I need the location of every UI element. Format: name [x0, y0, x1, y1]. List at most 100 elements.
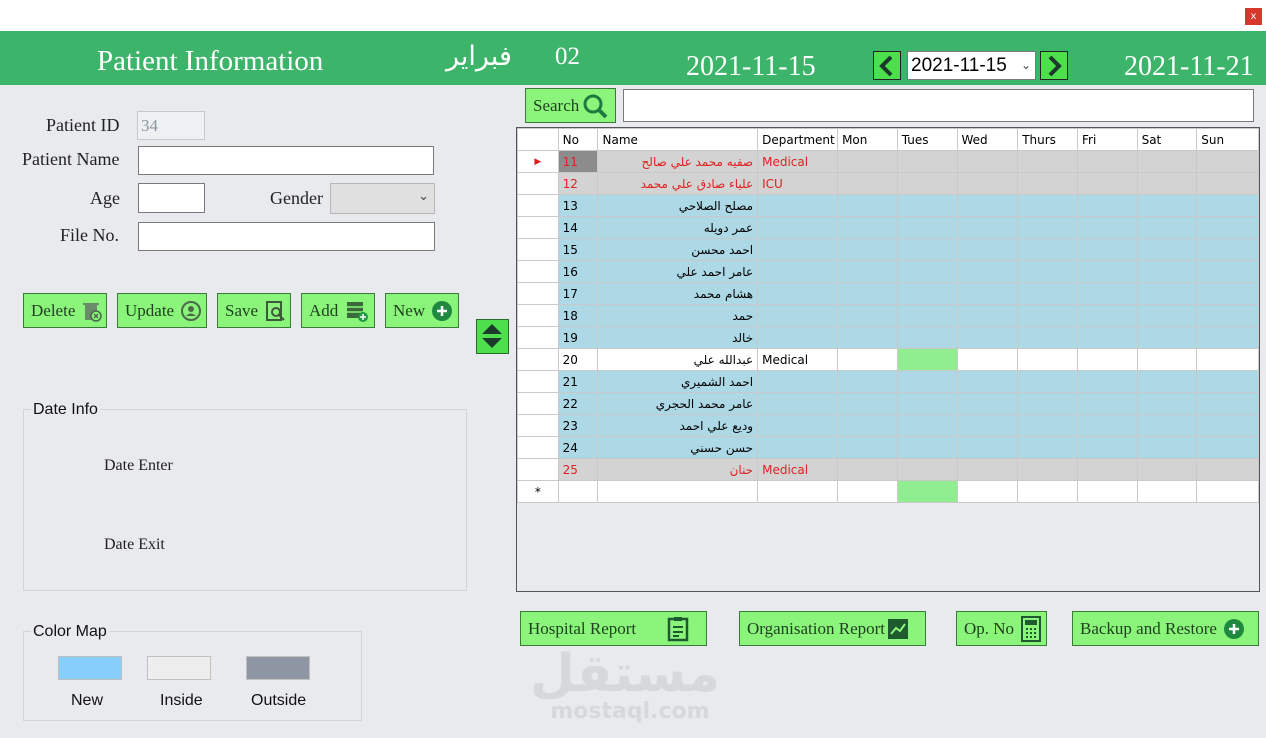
cell-department[interactable] [757, 238, 839, 261]
cell-day[interactable] [1076, 238, 1138, 261]
cell-day[interactable] [1076, 370, 1138, 393]
cell-department[interactable] [757, 194, 839, 217]
new-row-cell[interactable] [1076, 480, 1138, 503]
cell-name[interactable]: حسن حسني [597, 436, 759, 459]
cell-name[interactable]: عمر دويله [597, 216, 759, 239]
cell-day[interactable] [1076, 348, 1138, 371]
cell-day[interactable] [1017, 436, 1078, 459]
cell-day[interactable] [956, 216, 1019, 239]
table-row[interactable]: 24 حسن حسني [517, 436, 1259, 459]
cell-department[interactable] [757, 370, 839, 393]
new-row-cell[interactable] [837, 480, 898, 503]
new-row-cell[interactable] [597, 480, 759, 503]
cell-name[interactable]: علياء صادق علي محمد [597, 172, 759, 195]
cell-day[interactable] [1136, 370, 1198, 393]
row-header[interactable] [517, 458, 559, 481]
new-button[interactable]: New [385, 293, 459, 328]
cell-day[interactable] [956, 150, 1019, 173]
cell-day[interactable] [1017, 216, 1078, 239]
cell-day[interactable] [837, 414, 898, 437]
cell-day[interactable] [956, 436, 1019, 459]
cell-no[interactable]: 18 [557, 304, 599, 327]
cell-name[interactable]: هشام محمد [597, 282, 759, 305]
table-row[interactable]: 12 علياء صادق علي محمد ICU [517, 172, 1259, 195]
column-header[interactable]: Department [757, 128, 839, 151]
table-row[interactable]: 25 حنان Medical [517, 458, 1259, 481]
cell-day[interactable] [896, 216, 958, 239]
cell-day[interactable] [1136, 392, 1198, 415]
cell-day[interactable] [1196, 458, 1259, 481]
window-close-button[interactable]: x [1245, 8, 1262, 25]
cell-day[interactable] [837, 348, 898, 371]
cell-day[interactable] [837, 370, 898, 393]
table-row[interactable]: 20 عبدالله علي Medical [517, 348, 1259, 371]
cell-day[interactable] [896, 436, 958, 459]
cell-department[interactable]: Medical [757, 150, 839, 173]
cell-name[interactable]: حمد [597, 304, 759, 327]
update-button[interactable]: Update [117, 293, 207, 328]
cell-day[interactable] [1196, 172, 1259, 195]
cell-name[interactable]: احمد الشميري [597, 370, 759, 393]
cell-no[interactable]: 16 [557, 260, 599, 283]
table-row[interactable]: 19 خالد [517, 326, 1259, 349]
column-header[interactable]: Mon [837, 128, 898, 151]
cell-day[interactable] [1076, 414, 1138, 437]
cell-day[interactable] [956, 282, 1019, 305]
patient-grid[interactable]: No Name Department Mon Tues Wed Thurs Fr… [516, 127, 1260, 592]
cell-day[interactable] [1136, 458, 1198, 481]
row-header[interactable] [517, 304, 559, 327]
cell-day[interactable] [1017, 150, 1078, 173]
cell-day[interactable] [1017, 260, 1078, 283]
cell-day[interactable] [1076, 458, 1138, 481]
cell-day[interactable] [896, 172, 958, 195]
cell-department[interactable]: ICU [757, 172, 839, 195]
cell-day[interactable] [956, 304, 1019, 327]
delete-button[interactable]: Delete [23, 293, 107, 328]
cell-day[interactable] [1017, 414, 1078, 437]
cell-day[interactable] [1196, 326, 1259, 349]
cell-name[interactable]: عبدالله علي [597, 348, 759, 371]
row-header[interactable] [517, 326, 559, 349]
week-date-picker[interactable]: 2021-11-15 ⌄ [907, 51, 1036, 80]
cell-day[interactable] [1076, 216, 1138, 239]
cell-name[interactable]: مصلح الصلاحي [597, 194, 759, 217]
search-input[interactable] [623, 89, 1254, 122]
cell-no[interactable]: 15 [557, 238, 599, 261]
cell-day[interactable] [896, 348, 958, 371]
row-header[interactable] [517, 172, 559, 195]
cell-day[interactable] [1136, 150, 1198, 173]
cell-day[interactable] [1017, 282, 1078, 305]
previous-week-button[interactable] [873, 51, 901, 80]
cell-no[interactable]: 21 [557, 370, 599, 393]
patient-name-field[interactable] [138, 146, 434, 175]
cell-day[interactable] [1017, 326, 1078, 349]
row-header[interactable] [517, 348, 559, 371]
new-row-cell[interactable] [896, 480, 958, 503]
cell-day[interactable] [1136, 414, 1198, 437]
cell-day[interactable] [837, 216, 898, 239]
cell-day[interactable] [1017, 172, 1078, 195]
cell-day[interactable] [837, 436, 898, 459]
cell-day[interactable] [896, 458, 958, 481]
cell-department[interactable] [757, 414, 839, 437]
cell-day[interactable] [956, 260, 1019, 283]
cell-day[interactable] [896, 194, 958, 217]
column-header[interactable]: Sat [1136, 128, 1198, 151]
cell-day[interactable] [837, 392, 898, 415]
cell-day[interactable] [1136, 436, 1198, 459]
cell-no[interactable]: 19 [557, 326, 599, 349]
table-row[interactable]: 14 عمر دويله [517, 216, 1259, 239]
cell-day[interactable] [1017, 304, 1078, 327]
cell-day[interactable] [1017, 348, 1078, 371]
cell-day[interactable] [896, 326, 958, 349]
cell-day[interactable] [1076, 392, 1138, 415]
cell-day[interactable] [837, 304, 898, 327]
next-week-button[interactable] [1040, 51, 1068, 80]
table-row[interactable]: ▶ 11 صفيه محمد علي صالح Medical [517, 150, 1259, 173]
table-row[interactable]: 17 هشام محمد [517, 282, 1259, 305]
cell-day[interactable] [1196, 260, 1259, 283]
cell-department[interactable] [757, 436, 839, 459]
cell-no[interactable]: 11 [557, 150, 599, 173]
age-field[interactable] [138, 183, 205, 213]
cell-day[interactable] [1136, 260, 1198, 283]
